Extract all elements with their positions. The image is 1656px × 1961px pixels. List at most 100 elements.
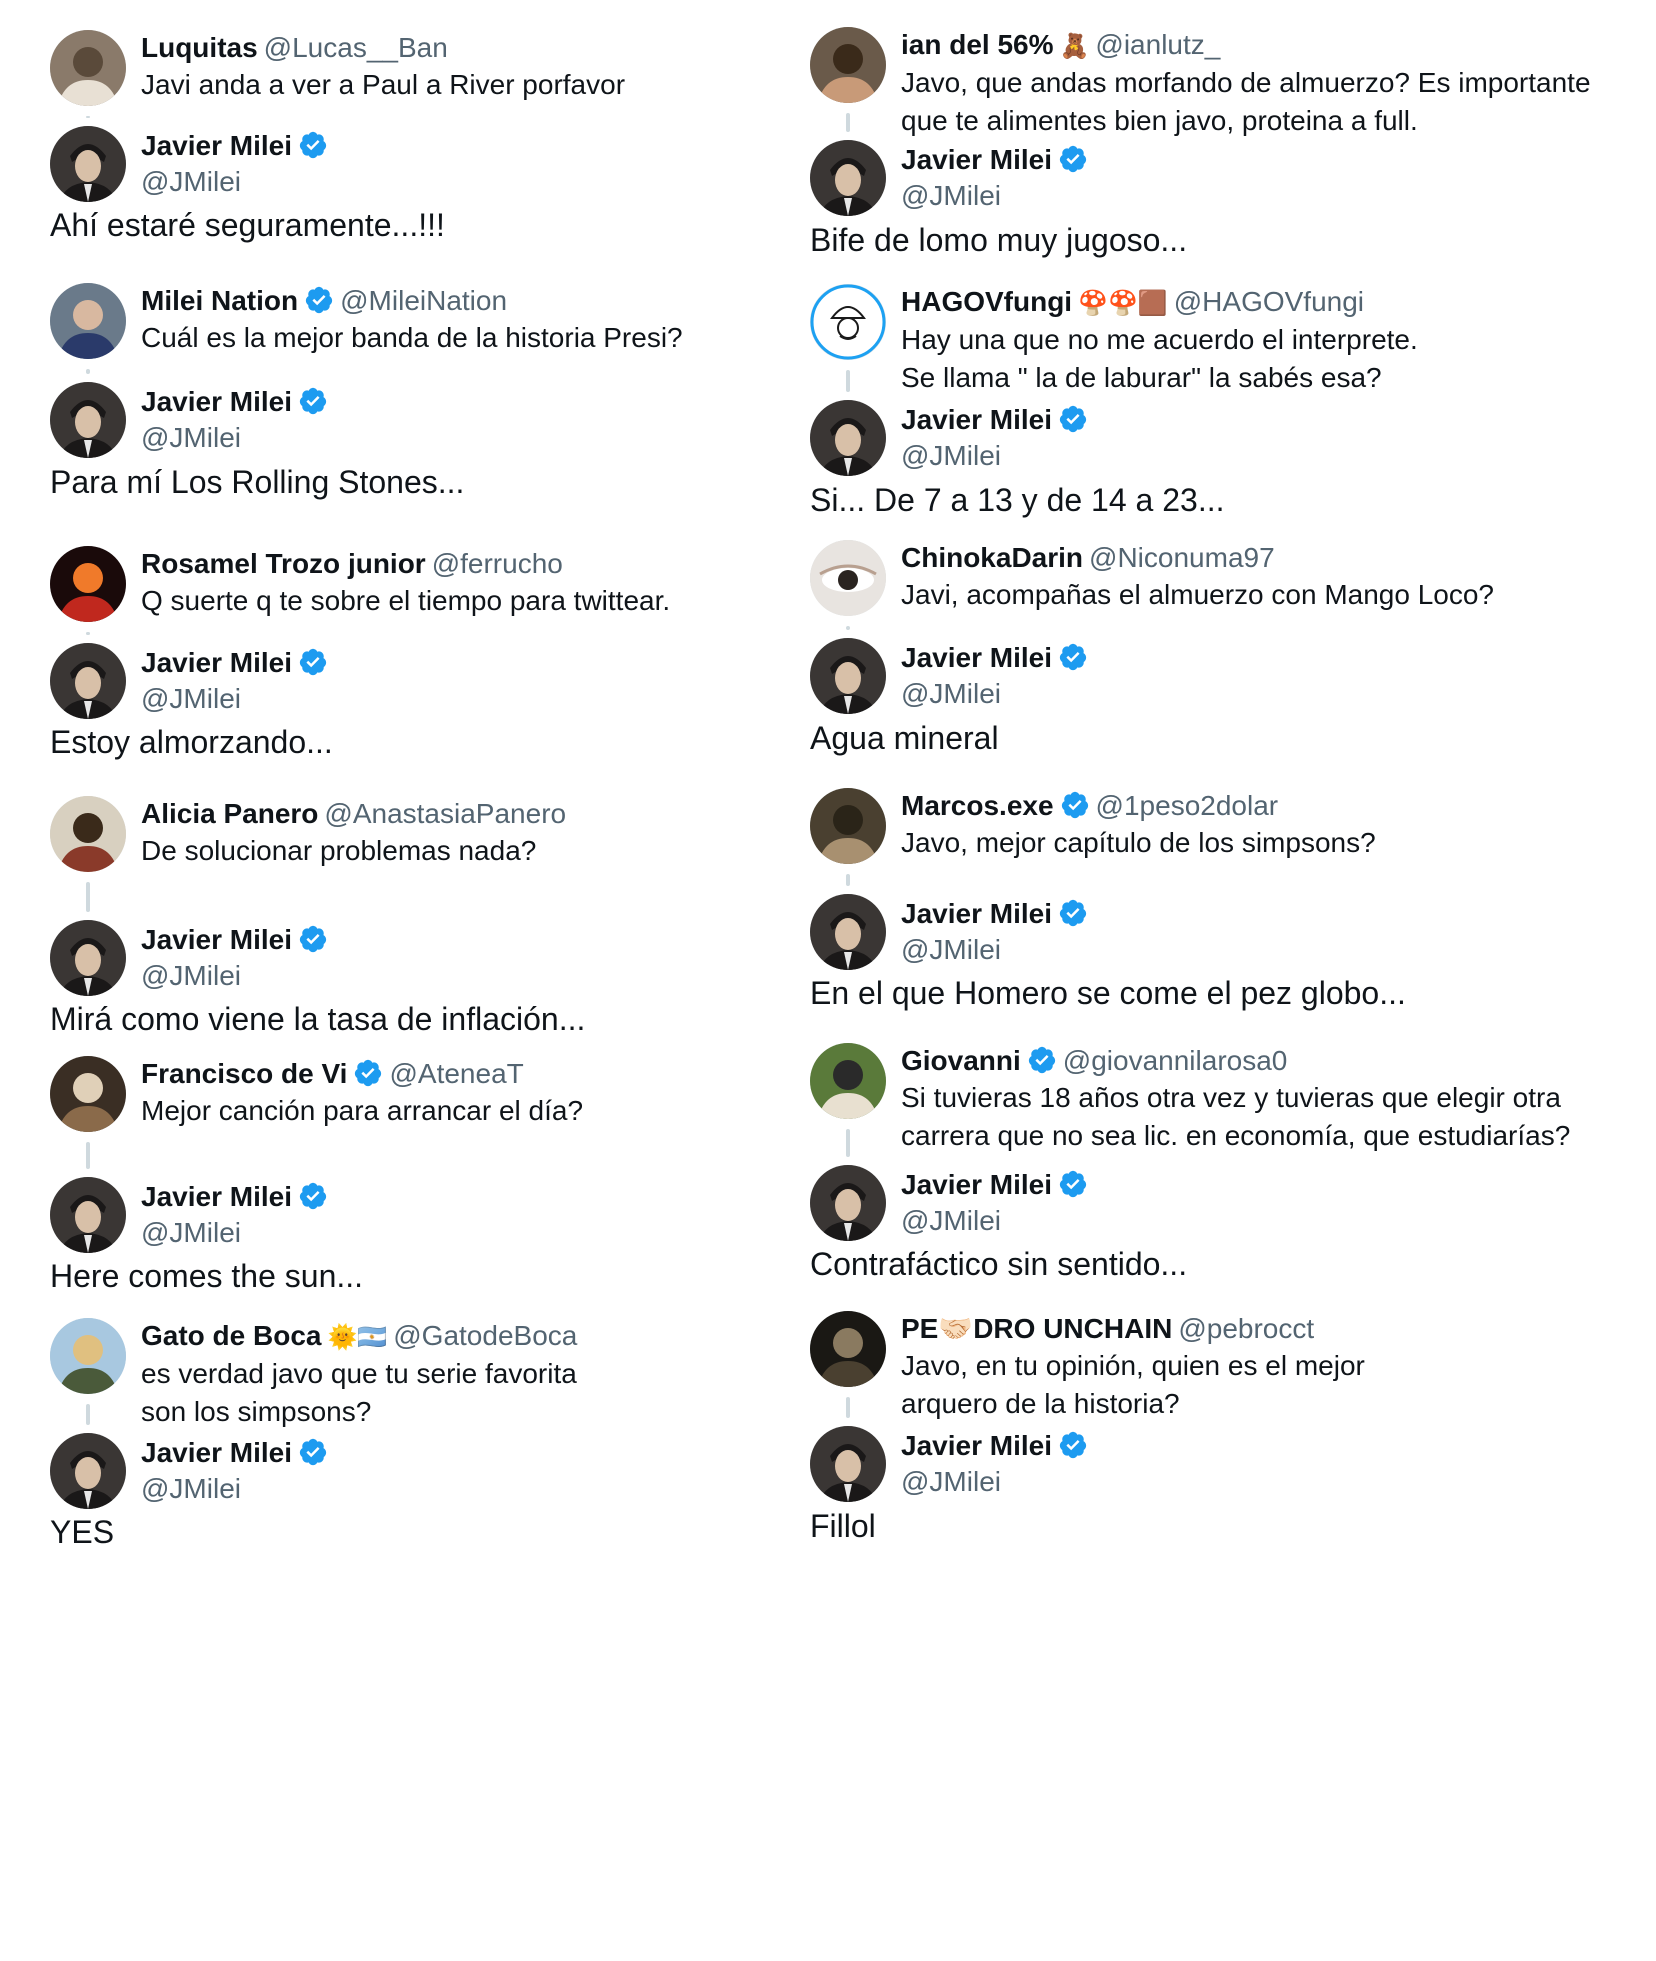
- question-author-handle[interactable]: @AnastasiaPanero: [324, 798, 566, 829]
- question-author-name[interactable]: Francisco de Vi: [141, 1058, 347, 1089]
- question-author-handle[interactable]: @GatodeBoca: [393, 1320, 577, 1351]
- reply-author-handle[interactable]: @JMilei: [901, 178, 1601, 214]
- question-author-name[interactable]: Alicia Panero: [141, 798, 318, 829]
- reply-author-handle[interactable]: @JMilei: [901, 932, 1601, 968]
- quoted-question[interactable]: Alicia Panero @AnastasiaPanero De solucion…: [50, 796, 850, 874]
- question-author-handle[interactable]: @AteneaT: [389, 1058, 523, 1089]
- reply-author-handle[interactable]: @JMilei: [901, 438, 1601, 474]
- quoted-question[interactable]: Marcos.exe @1peso2dolar Javo, mejor capítu…: [810, 788, 1610, 866]
- verified-badge-icon: [299, 131, 327, 159]
- user-avatar[interactable]: [50, 1433, 126, 1509]
- reply-author-handle[interactable]: @JMilei: [141, 1471, 841, 1507]
- reply-author-handle[interactable]: @JMilei: [141, 164, 841, 200]
- reply-author-name[interactable]: Javier Milei: [901, 404, 1052, 435]
- reply-author-name[interactable]: Javier Milei: [141, 647, 292, 678]
- user-avatar[interactable]: [810, 540, 886, 616]
- question-author-handle[interactable]: @giovannilarosa0: [1063, 1045, 1288, 1076]
- user-avatar[interactable]: [50, 920, 126, 996]
- reply-author-name[interactable]: Javier Milei: [901, 898, 1052, 929]
- reply-author-handle[interactable]: @JMilei: [901, 1464, 1601, 1500]
- quoted-question[interactable]: Rosamel Trozo junior @ferrucho Q suerte q …: [50, 546, 850, 624]
- reply-author-name[interactable]: Javier Milei: [901, 1169, 1052, 1200]
- user-avatar[interactable]: [50, 796, 126, 872]
- question-author-handle[interactable]: @1peso2dolar: [1096, 790, 1279, 821]
- user-avatar[interactable]: [50, 382, 126, 458]
- verified-badge-icon: [299, 387, 327, 415]
- reply-author-name[interactable]: Javier Milei: [141, 1181, 292, 1212]
- user-avatar[interactable]: [810, 400, 886, 476]
- verified-badge-icon: [1059, 899, 1087, 927]
- reply-author-name[interactable]: Javier Milei: [141, 924, 292, 955]
- reply-author[interactable]: Javier Milei @JMilei: [810, 638, 1610, 716]
- user-avatar[interactable]: [50, 1056, 126, 1132]
- reply-author[interactable]: Javier Milei @JMilei: [50, 126, 850, 204]
- user-avatar[interactable]: [810, 27, 886, 103]
- question-author-name[interactable]: Milei Nation: [141, 285, 298, 316]
- reply-author-name[interactable]: Javier Milei: [901, 1430, 1052, 1461]
- user-avatar[interactable]: [810, 894, 886, 970]
- question-author-name[interactable]: Luquitas: [141, 32, 258, 63]
- user-avatar[interactable]: [810, 284, 886, 360]
- user-avatar[interactable]: [50, 1318, 126, 1394]
- reply-author-name[interactable]: Javier Milei: [901, 144, 1052, 175]
- question-author-name[interactable]: Gato de Boca: [141, 1320, 321, 1351]
- quoted-question[interactable]: PE🤝🏻DRO UNCHAIN @pebrocct Javo, en tu opin…: [810, 1311, 1610, 1419]
- reply-author-handle[interactable]: @JMilei: [901, 676, 1601, 712]
- question-author-handle[interactable]: @MileiNation: [340, 285, 507, 316]
- user-avatar[interactable]: [810, 638, 886, 714]
- reply-author[interactable]: Javier Milei @JMilei: [50, 920, 850, 998]
- question-author-handle[interactable]: @HAGOVfungi: [1174, 286, 1364, 317]
- reply-author[interactable]: Javier Milei @JMilei: [50, 1177, 850, 1255]
- quoted-question[interactable]: Gato de Boca 🌞🇦🇷 @GatodeBoca es verdad javo…: [50, 1318, 850, 1427]
- quoted-question[interactable]: Luquitas @Lucas__Ban Javi anda a ver a Pau…: [50, 30, 850, 108]
- reply-author[interactable]: Javier Milei @JMilei: [810, 1426, 1610, 1504]
- question-text-line: Javo, mejor capítulo de los simpsons?: [901, 827, 1376, 858]
- quoted-question[interactable]: Francisco de Vi @AteneaT Mejor canción par…: [50, 1056, 850, 1134]
- question-author-handle[interactable]: @ferrucho: [432, 548, 563, 579]
- reply-author-handle[interactable]: @JMilei: [141, 958, 841, 994]
- question-author-handle[interactable]: @ianlutz_: [1095, 29, 1220, 60]
- reply-author[interactable]: Javier Milei @JMilei: [810, 894, 1610, 972]
- reply-author-name[interactable]: Javier Milei: [901, 642, 1052, 673]
- reply-author[interactable]: Javier Milei @JMilei: [810, 140, 1610, 218]
- quoted-question[interactable]: Milei Nation @MileiNation Cuál es la mejor…: [50, 283, 850, 361]
- quoted-question[interactable]: HAGOVfungi 🍄🍄🟫 @HAGOVfungi Hay una que no m…: [810, 284, 1610, 393]
- user-avatar[interactable]: [810, 1043, 886, 1119]
- quoted-question[interactable]: ian del 56% 🧸 @ianlutz_ Javo, que andas mor…: [810, 27, 1610, 136]
- question-author-handle[interactable]: @Niconuma97: [1089, 542, 1275, 573]
- question-author-name[interactable]: PE🤝🏻DRO UNCHAIN: [901, 1313, 1172, 1344]
- user-avatar[interactable]: [50, 1177, 126, 1253]
- question-author-name[interactable]: HAGOVfungi: [901, 286, 1072, 317]
- user-avatar[interactable]: [810, 1426, 886, 1502]
- user-avatar[interactable]: [50, 546, 126, 622]
- user-avatar[interactable]: [50, 126, 126, 202]
- question-author-name[interactable]: ian del 56%: [901, 29, 1054, 60]
- quoted-question[interactable]: ChinokaDarin @Niconuma97 Javi, acompañas e…: [810, 540, 1610, 618]
- reply-author-handle[interactable]: @JMilei: [901, 1203, 1601, 1239]
- reply-author-name[interactable]: Javier Milei: [141, 130, 292, 161]
- user-avatar[interactable]: [810, 788, 886, 864]
- user-avatar[interactable]: [810, 1311, 886, 1387]
- user-avatar[interactable]: [50, 30, 126, 106]
- question-author-handle[interactable]: @pebrocct: [1178, 1313, 1314, 1344]
- question-author-name[interactable]: ChinokaDarin: [901, 542, 1083, 573]
- reply-author-name[interactable]: Javier Milei: [141, 1437, 292, 1468]
- user-avatar[interactable]: [50, 283, 126, 359]
- user-avatar[interactable]: [810, 1165, 886, 1241]
- question-author-name[interactable]: Rosamel Trozo junior: [141, 548, 426, 579]
- reply-author-handle[interactable]: @JMilei: [141, 420, 841, 456]
- reply-author[interactable]: Javier Milei @JMilei: [50, 643, 850, 721]
- reply-author[interactable]: Javier Milei @JMilei: [810, 1165, 1610, 1243]
- question-author-name[interactable]: Giovanni: [901, 1045, 1021, 1076]
- reply-author[interactable]: Javier Milei @JMilei: [810, 400, 1610, 478]
- reply-author-handle[interactable]: @JMilei: [141, 681, 841, 717]
- quoted-question[interactable]: Giovanni @giovannilarosa0 Si tuvieras 18 a…: [810, 1043, 1610, 1151]
- question-author-handle[interactable]: @Lucas__Ban: [264, 32, 448, 63]
- user-avatar[interactable]: [810, 140, 886, 216]
- question-author-name[interactable]: Marcos.exe: [901, 790, 1054, 821]
- reply-author-handle[interactable]: @JMilei: [141, 1215, 841, 1251]
- reply-author[interactable]: Javier Milei @JMilei: [50, 1433, 850, 1511]
- user-avatar[interactable]: [50, 643, 126, 719]
- reply-author[interactable]: Javier Milei @JMilei: [50, 382, 850, 460]
- reply-author-name[interactable]: Javier Milei: [141, 386, 292, 417]
